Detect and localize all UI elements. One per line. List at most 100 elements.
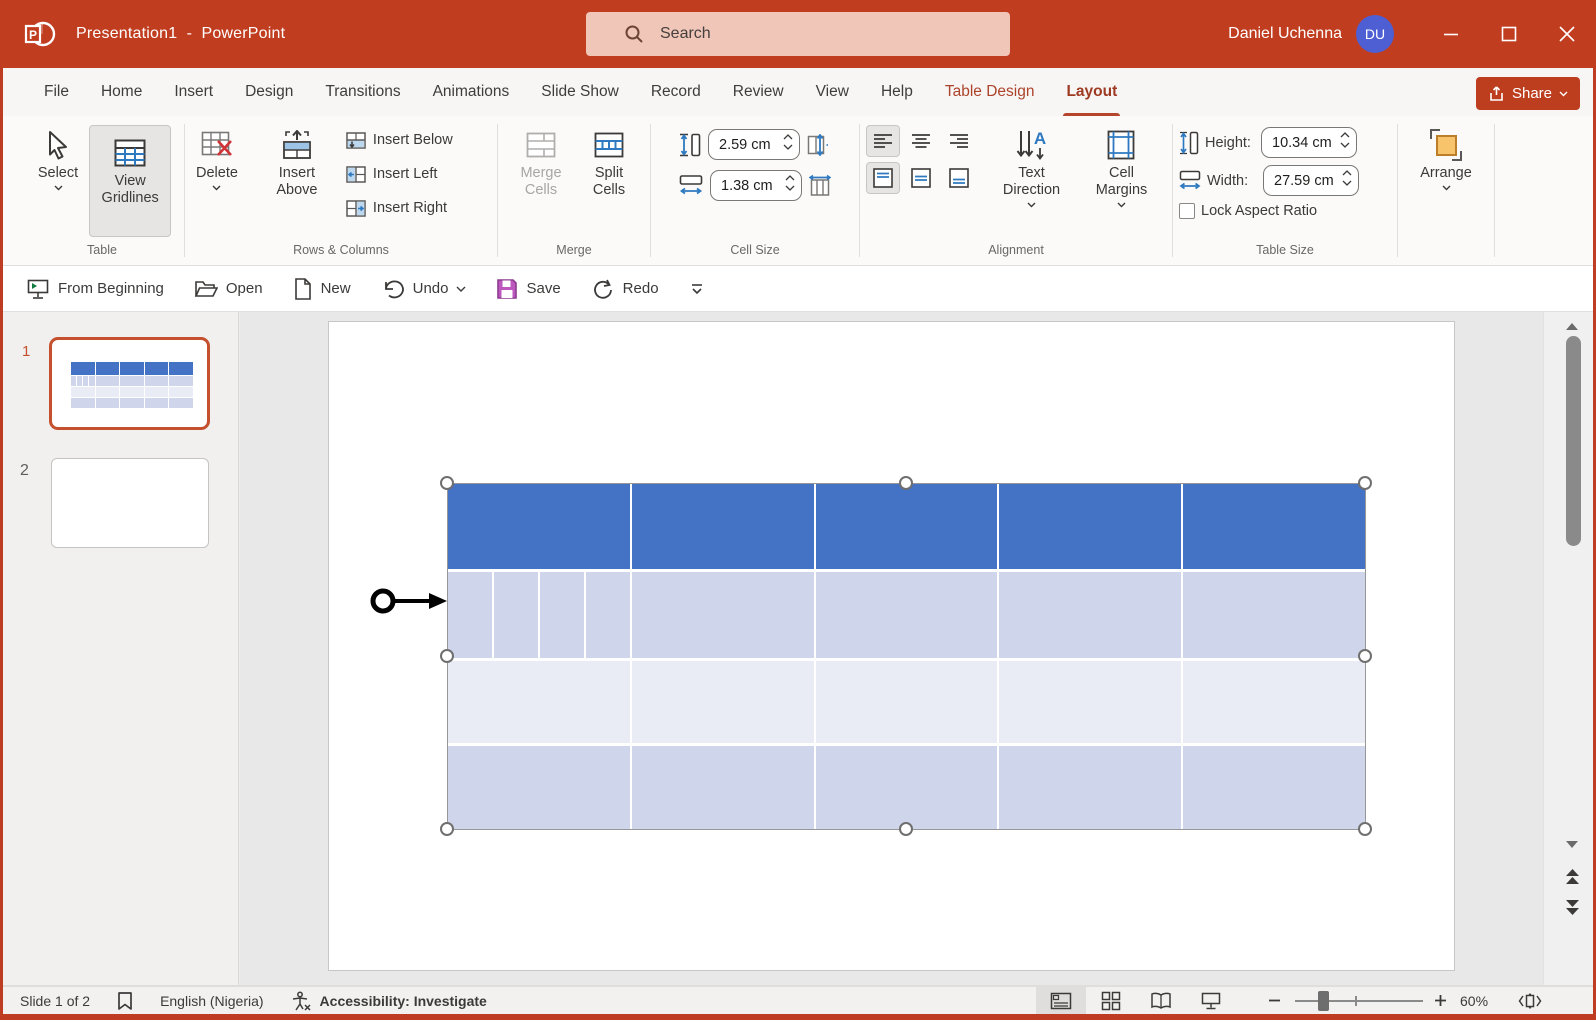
user-name[interactable]: Daniel Uchenna <box>1228 25 1342 43</box>
delete-button[interactable]: Delete <box>191 125 243 194</box>
selection-handle-bottom-center[interactable] <box>899 822 913 836</box>
lock-aspect-ratio[interactable]: Lock Aspect Ratio <box>1179 203 1359 219</box>
tab-animations[interactable]: Animations <box>417 68 526 116</box>
table-height-spinner[interactable] <box>1340 132 1350 148</box>
new-button[interactable]: New <box>293 277 351 301</box>
column-width-spinner[interactable] <box>785 175 795 191</box>
zoom-slider-track[interactable] <box>1295 1000 1423 1002</box>
align-top-button[interactable] <box>866 162 900 194</box>
slide-show-button[interactable] <box>1186 987 1236 1014</box>
normal-view-button[interactable] <box>1036 987 1086 1014</box>
selection-handle-bottom-left[interactable] <box>440 822 454 836</box>
align-bottom-button[interactable] <box>942 162 976 194</box>
tab-help[interactable]: Help <box>865 68 929 116</box>
table-cell[interactable] <box>448 746 630 829</box>
slide-1-thumbnail[interactable] <box>49 337 210 430</box>
selection-handle-bottom-right[interactable] <box>1358 822 1372 836</box>
table-cell[interactable] <box>632 746 814 829</box>
select-button[interactable]: Select <box>33 125 83 194</box>
table-cell[interactable] <box>1183 661 1365 743</box>
table-cell[interactable] <box>999 572 1181 658</box>
table-cell[interactable] <box>494 572 538 658</box>
insert-right-button[interactable]: Insert Right <box>342 193 457 223</box>
zoom-level[interactable]: 60% <box>1460 987 1488 1014</box>
redo-button[interactable]: Redo <box>591 277 659 301</box>
table-cell[interactable] <box>816 661 998 743</box>
slide-sorter-view-button[interactable] <box>1086 987 1136 1014</box>
slide-editing-area[interactable] <box>328 321 1455 971</box>
spellcheck-icon[interactable] <box>116 991 134 1011</box>
table-cell[interactable] <box>816 746 998 829</box>
selection-handle-top-left[interactable] <box>440 476 454 490</box>
tab-review[interactable]: Review <box>717 68 800 116</box>
table-width-spinner[interactable] <box>1342 170 1352 186</box>
search-box[interactable]: Search <box>586 12 1010 56</box>
zoom-out-button[interactable] <box>1262 987 1286 1014</box>
vertical-scrollbar[interactable] <box>1543 312 1593 985</box>
tab-file[interactable]: File <box>28 68 85 116</box>
scrollbar-thumb[interactable] <box>1566 336 1581 546</box>
align-left-button[interactable] <box>866 125 900 157</box>
tab-record[interactable]: Record <box>635 68 717 116</box>
share-button[interactable]: Share <box>1476 77 1580 110</box>
table-cell[interactable] <box>816 484 998 569</box>
insert-below-button[interactable]: Insert Below <box>342 125 457 155</box>
cell-margins-button[interactable]: Cell Margins <box>1077 125 1166 211</box>
arrange-button[interactable]: Arrange <box>1415 125 1477 194</box>
insert-left-button[interactable]: Insert Left <box>342 159 457 189</box>
next-slide-button[interactable] <box>1564 898 1581 916</box>
selection-handle-top-center[interactable] <box>899 476 913 490</box>
align-right-button[interactable] <box>942 125 976 157</box>
slide-table[interactable] <box>448 484 1365 829</box>
align-middle-button[interactable] <box>904 162 938 194</box>
open-button[interactable]: Open <box>194 278 263 300</box>
close-button[interactable] <box>1538 0 1596 68</box>
row-height-spinner[interactable] <box>783 134 793 150</box>
tab-view[interactable]: View <box>800 68 865 116</box>
table-cell[interactable] <box>632 484 814 569</box>
table-cell[interactable] <box>1183 746 1365 829</box>
previous-slide-button[interactable] <box>1564 868 1581 886</box>
accessibility-status[interactable]: Accessibility: Investigate <box>290 991 487 1011</box>
selection-handle-middle-left[interactable] <box>440 649 454 663</box>
table-cell[interactable] <box>632 572 814 658</box>
table-cell[interactable] <box>632 661 814 743</box>
text-direction-button[interactable]: A Text Direction <box>986 125 1077 211</box>
view-gridlines-toggle[interactable]: View Gridlines <box>89 125 171 237</box>
table-cell[interactable] <box>448 572 492 658</box>
undo-button[interactable]: Undo <box>381 277 467 301</box>
table-cell[interactable] <box>999 746 1181 829</box>
insert-above-button[interactable]: Insert Above <box>260 125 334 202</box>
table-cell[interactable] <box>448 661 630 743</box>
minimize-button[interactable] <box>1422 0 1480 68</box>
table-cell[interactable] <box>1183 484 1365 569</box>
table-cell[interactable] <box>999 661 1181 743</box>
table-cell[interactable] <box>586 572 630 658</box>
selection-handle-middle-right[interactable] <box>1358 649 1372 663</box>
table-cell[interactable] <box>448 484 630 569</box>
scroll-down-icon[interactable] <box>1565 840 1579 849</box>
tab-slide-show[interactable]: Slide Show <box>525 68 635 116</box>
qat-overflow-button[interactable] <box>689 282 705 296</box>
lock-aspect-checkbox[interactable] <box>1179 203 1195 219</box>
zoom-in-button[interactable] <box>1428 987 1452 1014</box>
maximize-button[interactable] <box>1480 0 1538 68</box>
tab-layout[interactable]: Layout <box>1050 68 1133 116</box>
table-cell[interactable] <box>540 572 584 658</box>
tab-home[interactable]: Home <box>85 68 158 116</box>
from-beginning-button[interactable]: From Beginning <box>26 277 164 301</box>
scroll-up-icon[interactable] <box>1565 322 1579 331</box>
merge-cells-button[interactable]: Merge Cells <box>509 125 573 202</box>
avatar[interactable]: DU <box>1356 15 1394 53</box>
align-center-button[interactable] <box>904 125 938 157</box>
save-button[interactable]: Save <box>496 278 560 300</box>
reading-view-button[interactable] <box>1136 987 1186 1014</box>
selection-handle-top-right[interactable] <box>1358 476 1372 490</box>
tab-design[interactable]: Design <box>229 68 309 116</box>
table-cell[interactable] <box>999 484 1181 569</box>
table-cell[interactable] <box>816 572 998 658</box>
slide-2-thumbnail[interactable] <box>51 458 209 548</box>
language-indicator[interactable]: English (Nigeria) <box>160 993 263 1009</box>
table-cell[interactable] <box>1183 572 1365 658</box>
fit-slide-to-window-button[interactable] <box>1512 987 1548 1014</box>
